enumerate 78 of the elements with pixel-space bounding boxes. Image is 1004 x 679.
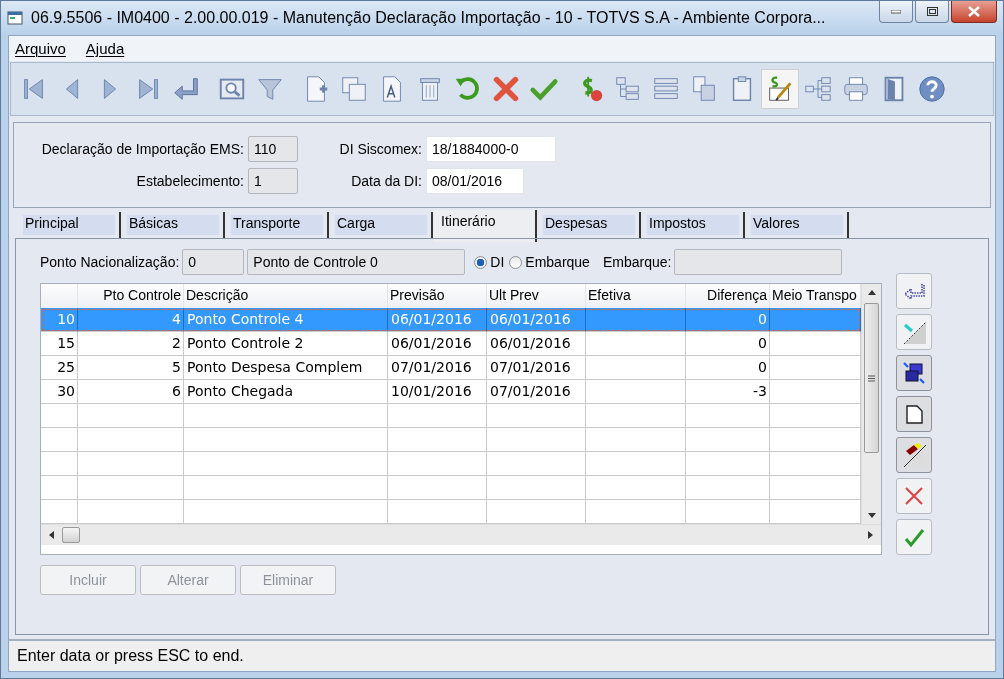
eraser-icon (902, 443, 926, 467)
input-field[interactable]: 110 (248, 136, 298, 162)
help-icon (917, 74, 947, 104)
close-button[interactable] (951, 1, 997, 23)
table-row[interactable]: 15 2 Ponto Controle 2 06/01/2016 06/01/2016 0 (41, 332, 861, 356)
scroll-left-icon (49, 531, 54, 539)
table-cell: 6 (78, 380, 184, 404)
side-button[interactable] (896, 396, 932, 432)
status-text: Enter data or press ESC to end. (17, 647, 244, 665)
window-title: 06.9.5506 - IM0400 - 2.00.00.019 - Manutenção Declaração Importação - 10 - TOTVS S.A - Ambiente Corpora... (31, 9, 827, 27)
side-button[interactable] (896, 437, 932, 473)
table-row[interactable]: 25 5 Ponto Despesa Complem 07/01/2016 07/01/2016 0 (41, 356, 861, 380)
table-cell: -3 (686, 380, 770, 404)
table-cell: 0 (686, 356, 770, 380)
table-cell: 06/01/2016 (487, 332, 586, 356)
maximize-icon (926, 7, 938, 16)
table-cell: 0 (686, 332, 770, 356)
input-field[interactable]: 0 (182, 249, 245, 275)
table-cell: Ponto Controle 2 (184, 332, 388, 356)
input-field[interactable]: 1 (248, 168, 298, 194)
table-cell: 06/01/2016 (388, 308, 487, 332)
hierarchy-icon (803, 74, 833, 104)
minimize-icon (891, 9, 901, 14)
vertical-scrollbar[interactable] (861, 284, 881, 524)
empty-cell (41, 476, 78, 500)
input-field[interactable]: 08/01/2016 (426, 168, 524, 194)
row-number-cell: 30 (41, 380, 78, 404)
scroll-up-icon (867, 290, 876, 295)
table-cell: 06/01/2016 (388, 332, 487, 356)
table-cell: 06/01/2016 (487, 308, 586, 332)
table-cell: Ponto Chegada (184, 380, 388, 404)
field-label: DI Siscomex: (338, 141, 422, 157)
table-row[interactable]: 30 6 Ponto Chegada 10/01/2016 07/01/2016 -3 (41, 380, 861, 404)
table-cell: 2 (78, 332, 184, 356)
tab[interactable]: Itinerário (433, 210, 537, 242)
empty-cell (41, 428, 78, 452)
horizontal-scrollbar[interactable] (41, 524, 881, 545)
table-cell: 5 (78, 356, 184, 380)
row-number-cell: 10 (41, 308, 78, 332)
table-cell: 0 (686, 308, 770, 332)
copy-icon (339, 74, 369, 104)
table-cell: 07/01/2016 (388, 356, 487, 380)
scroll-right-icon (868, 531, 873, 539)
input-field[interactable] (674, 249, 843, 275)
grip-icon (868, 374, 875, 382)
radio-button[interactable]: DI (474, 254, 505, 270)
scroll-thumb[interactable] (62, 527, 80, 543)
close-icon (968, 6, 980, 17)
app-icon (7, 10, 23, 26)
printer-icon (841, 74, 871, 104)
cancel-icon (491, 74, 521, 104)
side-button[interactable] (896, 355, 932, 391)
field-label: Embarque: (602, 254, 672, 270)
menu-item[interactable]: Ajuda (85, 40, 125, 57)
field-label: Ponto Nacionalização: (40, 254, 180, 270)
table-cell: 4 (78, 308, 184, 332)
table-cell: 07/01/2016 (487, 380, 586, 404)
field-label: Data da DI: (350, 173, 422, 189)
resize-squares-icon (902, 361, 926, 385)
empty-cell (41, 404, 78, 428)
scroll-down-icon (867, 513, 876, 518)
diagonal-line-icon (902, 320, 926, 344)
input-field[interactable]: Ponto de Controle 0 (247, 249, 466, 275)
table-cell: Ponto Controle 4 (184, 308, 388, 332)
field-label: Estabelecimento: (135, 173, 244, 189)
radio-button[interactable]: Embarque (509, 254, 590, 270)
field-label: Declaração de Importação EMS: (40, 141, 244, 157)
table-cell: Ponto Despesa Complem (184, 356, 388, 380)
row-number-cell: 15 (41, 332, 78, 356)
input-field[interactable]: 18/1884000-0 (426, 136, 556, 162)
scroll-thumb[interactable] (864, 303, 879, 453)
toolbar-button[interactable] (761, 69, 799, 109)
maximize-button[interactable] (915, 1, 949, 23)
table-cell: 10/01/2016 (388, 380, 487, 404)
empty-cell (41, 452, 78, 476)
row-number-cell: 25 (41, 356, 78, 380)
table-cell: 07/01/2016 (487, 356, 586, 380)
menu-item[interactable]: Arquivo (15, 40, 66, 57)
